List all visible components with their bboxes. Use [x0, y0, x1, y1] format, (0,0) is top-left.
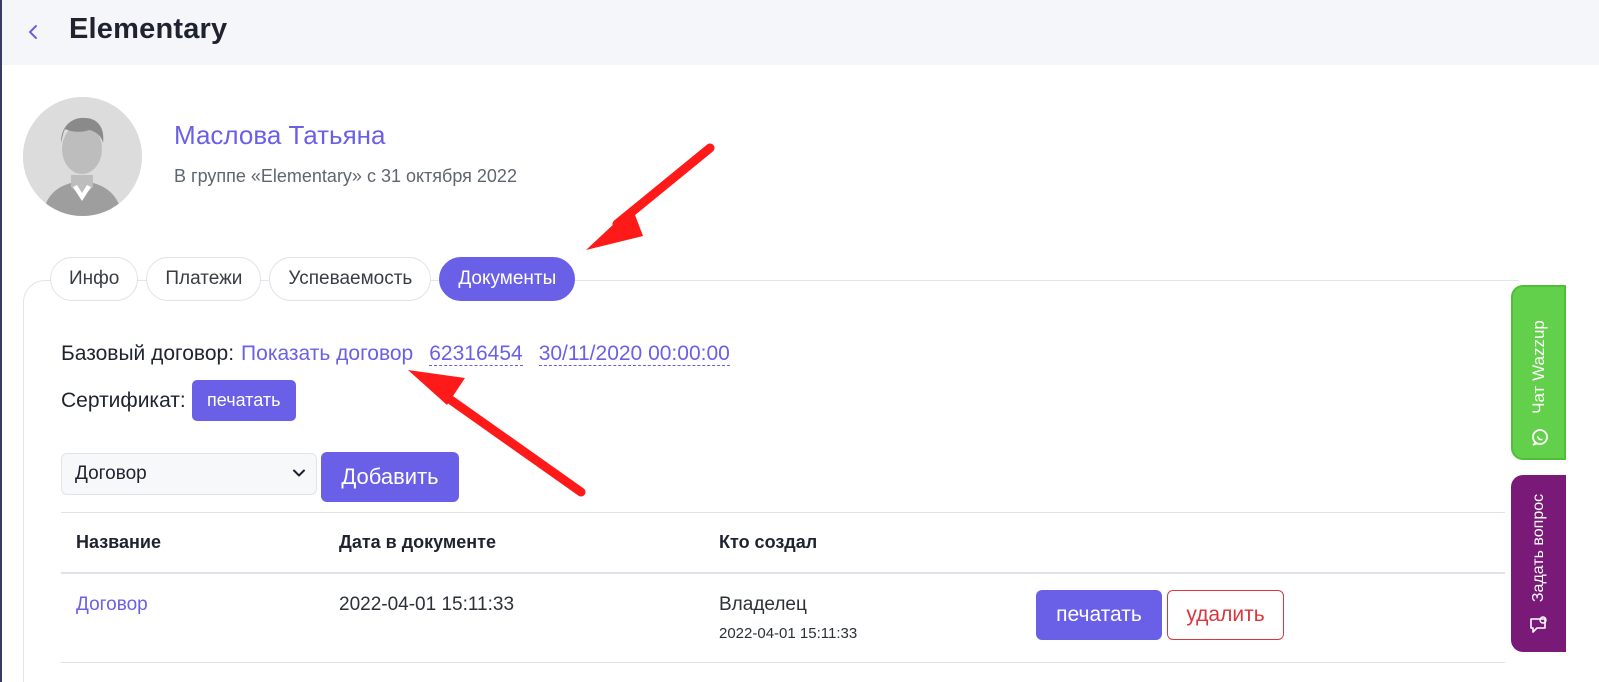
tab-bar: Инфо Платежи Успеваемость Документы: [50, 257, 576, 301]
contract-number-link[interactable]: 62316454: [429, 342, 523, 367]
chevron-down-icon: [293, 469, 305, 477]
document-name-link[interactable]: Договор: [76, 594, 148, 616]
profile-name-link[interactable]: Маслова Татьяна: [174, 120, 386, 151]
wazzup-chat-label: Чат Wazzup: [1528, 320, 1548, 414]
tab-progress[interactable]: Успеваемость: [269, 257, 432, 301]
show-contract-link[interactable]: Показать договор: [241, 342, 413, 366]
ask-question-label: Задать вопрос: [1529, 493, 1547, 603]
row-print-button[interactable]: печатать: [1036, 590, 1162, 640]
back-arrow-icon[interactable]: [22, 18, 44, 46]
add-document-button[interactable]: Добавить: [321, 452, 459, 502]
tab-payments[interactable]: Платежи: [146, 257, 262, 301]
top-bar: Elementary: [0, 0, 1599, 65]
ask-question-widget[interactable]: Задать вопрос: [1511, 475, 1566, 652]
question-bubble-icon: [1530, 616, 1547, 633]
column-header-name[interactable]: Название: [76, 532, 161, 553]
certificate-print-button[interactable]: печатать: [191, 380, 296, 421]
left-edge-divider: [0, 65, 2, 682]
document-type-select[interactable]: Договор: [61, 453, 317, 495]
avatar: [23, 97, 142, 216]
document-created-at: 2022-04-01 15:11:33: [719, 625, 858, 642]
annotation-arrow-to-documents-tab: [586, 143, 715, 250]
wazzup-chat-widget[interactable]: Чат Wazzup: [1511, 285, 1566, 460]
profile-subtitle: В группе «Elementary» с 31 октября 2022: [174, 166, 517, 186]
table-header: Название Дата в документе Кто создал: [61, 512, 1505, 574]
document-date: 2022-04-01 15:11:33: [339, 594, 515, 615]
document-type-value: Договор: [75, 463, 147, 484]
column-header-date[interactable]: Дата в документе: [339, 532, 496, 553]
certificate-row: Сертификат: печатать: [61, 380, 296, 421]
table-row: Договор 2022-04-01 15:11:33 Владелец 202…: [61, 574, 1505, 663]
base-contract-row: Базовый договор: Показать договор 623164…: [61, 342, 730, 367]
column-header-creator[interactable]: Кто создал: [719, 532, 817, 553]
chat-bubble-icon: [1532, 429, 1548, 446]
page-title: Elementary: [69, 13, 228, 45]
certificate-label: Сертификат:: [61, 388, 186, 412]
base-contract-label: Базовый договор:: [61, 342, 235, 365]
documents-table: Название Дата в документе Кто создал Дог…: [61, 512, 1505, 663]
tab-info[interactable]: Инфо: [50, 257, 139, 301]
contract-datetime-link[interactable]: 30/11/2020 00:00:00: [538, 342, 730, 367]
row-delete-button[interactable]: удалить: [1167, 590, 1284, 640]
document-creator: Владелец: [719, 594, 807, 615]
tab-documents[interactable]: Документы: [439, 257, 576, 301]
